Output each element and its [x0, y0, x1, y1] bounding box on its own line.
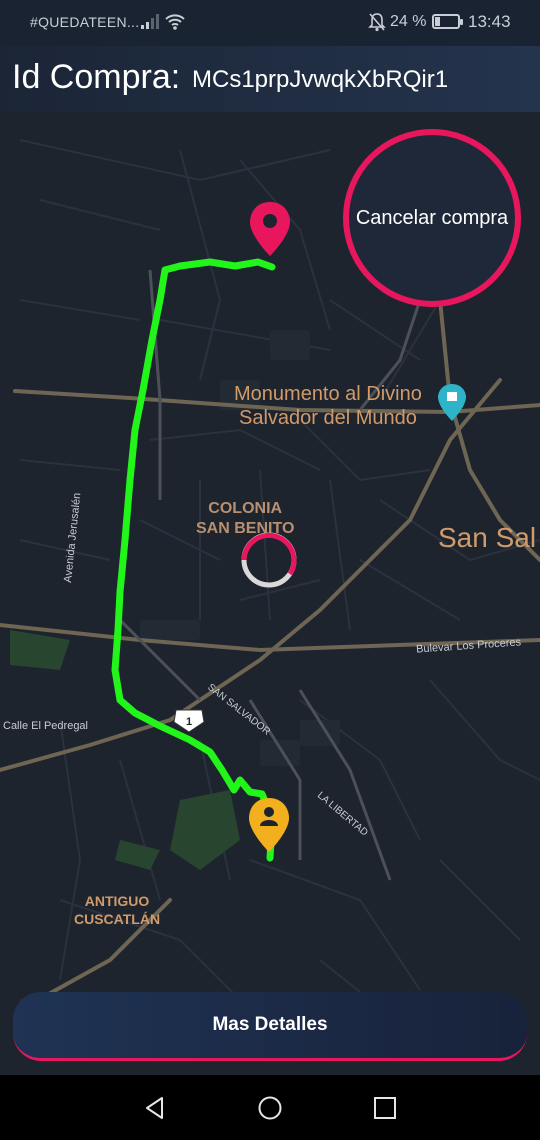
origin-person-pin-icon[interactable] [249, 798, 289, 852]
navigation-bar [0, 1075, 540, 1140]
more-details-button[interactable]: Mas Detalles [13, 992, 527, 1061]
wifi-icon [165, 14, 185, 30]
signal-icon [141, 14, 159, 29]
loading-spinner-icon [241, 532, 297, 588]
purchase-id-value: MCs1prpJvwqkXbRQir1 [192, 66, 449, 93]
clock: 13:43 [468, 12, 511, 31]
pedregal-label: Calle El Pedregal [3, 720, 88, 732]
purchase-id-label: Id Compra: [12, 58, 181, 96]
cancel-purchase-button[interactable]: Cancelar compra [343, 129, 521, 307]
landmark-pin-icon[interactable] [438, 384, 466, 421]
route-line [111, 258, 276, 862]
home-icon[interactable] [257, 1095, 283, 1121]
recents-icon[interactable] [372, 1095, 398, 1121]
neighborhood-label: COLONIA SAN BENITO [196, 500, 295, 537]
landmark-label: Monumento al Divino Salvador del Mundo [234, 383, 422, 429]
route-shield: 1 [173, 709, 205, 733]
city-label: San Sal [438, 522, 537, 553]
back-icon[interactable] [142, 1095, 168, 1121]
bell-off-icon [368, 13, 386, 32]
carrier-label: #QUEDATEEN... [30, 14, 140, 30]
purchase-header: Id Compra: MCs1prpJvwqkXbRQir1 [0, 46, 540, 112]
secondary-roads [118, 269, 422, 881]
battery-percent: 24 % [390, 13, 427, 30]
status-bar: #QUEDATEEN... 24 % 13:43 [0, 0, 540, 46]
battery-icon [432, 14, 463, 29]
destination-pin-icon[interactable] [250, 202, 290, 256]
municipality-label: ANTIGUO CUSCATLÁN [74, 893, 161, 927]
route-shield-number: 1 [186, 716, 192, 728]
